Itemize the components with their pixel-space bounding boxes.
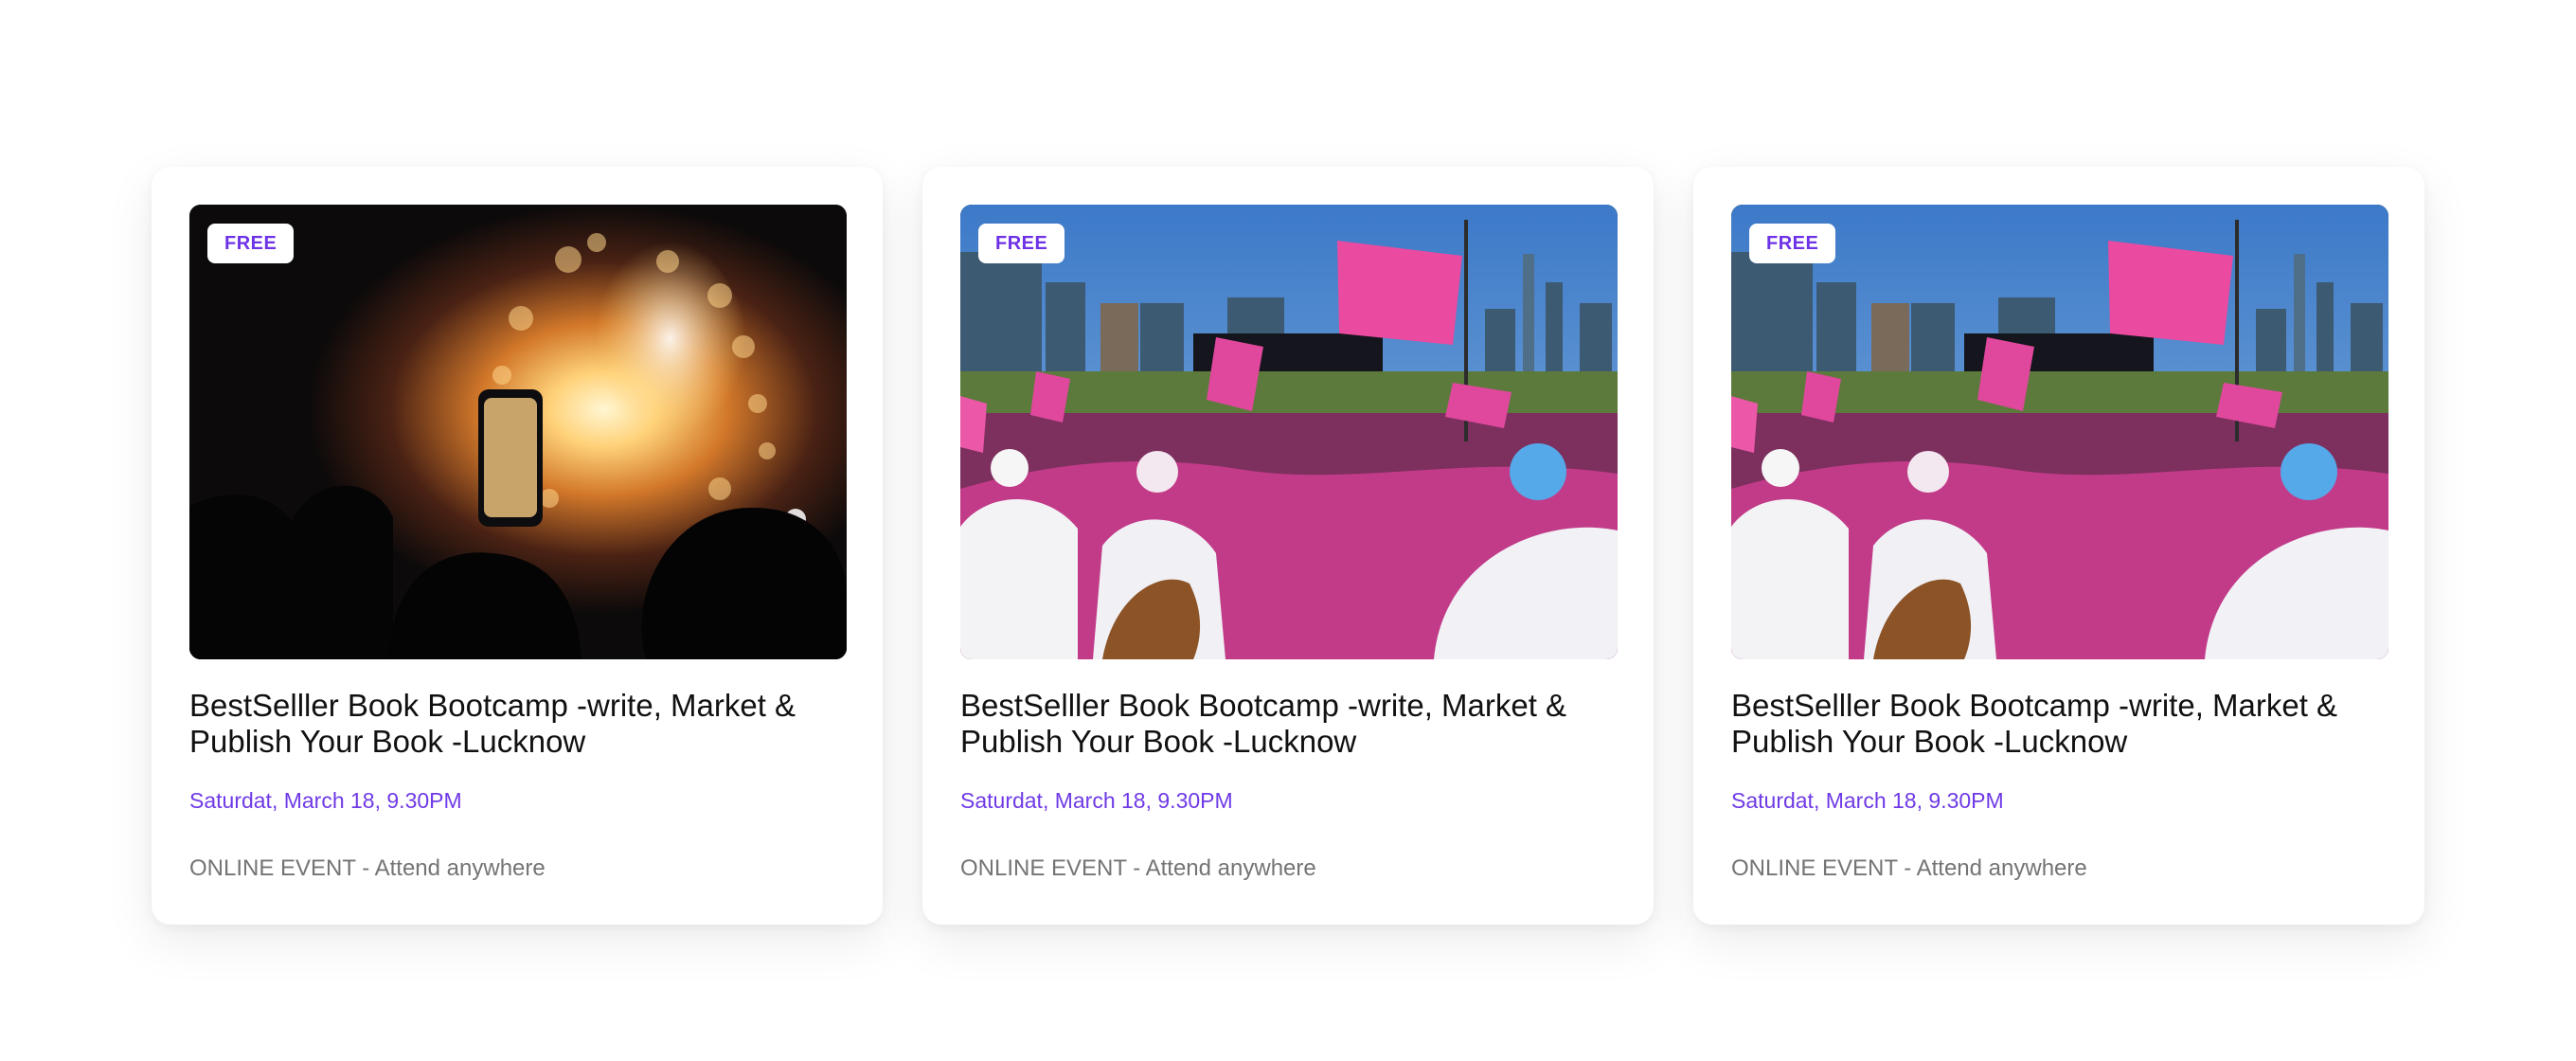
free-badge: FREE — [978, 224, 1065, 263]
event-title[interactable]: BestSelller Book Bootcamp -write, Market… — [1731, 688, 2394, 760]
event-card[interactable]: FREE BestSelller Book Bootcamp -write, M… — [922, 167, 1654, 925]
event-date: Saturdat, March 18, 9.30PM — [1731, 788, 2004, 813]
event-location: ONLINE EVENT - Attend anywhere — [960, 855, 1316, 881]
free-badge: FREE — [1749, 224, 1836, 263]
event-location: ONLINE EVENT - Attend anywhere — [189, 855, 546, 881]
rally-image-art — [960, 205, 1618, 659]
event-date: Saturdat, March 18, 9.30PM — [960, 788, 1233, 813]
free-badge: FREE — [207, 224, 295, 263]
event-location: ONLINE EVENT - Attend anywhere — [1731, 855, 2087, 881]
event-cards-row: FREE BestSelller Book Bootcamp -write, M… — [152, 167, 2424, 925]
event-image-rally[interactable]: FREE — [960, 205, 1618, 659]
event-title[interactable]: BestSelller Book Bootcamp -write, Market… — [189, 688, 852, 760]
rally-image-art — [1731, 205, 2388, 659]
event-image-rally[interactable]: FREE — [1731, 205, 2388, 659]
event-date: Saturdat, March 18, 9.30PM — [189, 788, 462, 813]
event-image-fireworks[interactable]: FREE — [189, 205, 847, 659]
event-card[interactable]: FREE BestSelller Book Bootcamp -write, M… — [1693, 167, 2424, 925]
fireworks-image-art — [189, 205, 847, 659]
event-title[interactable]: BestSelller Book Bootcamp -write, Market… — [960, 688, 1623, 760]
event-card[interactable]: FREE BestSelller Book Bootcamp -write, M… — [152, 167, 883, 925]
